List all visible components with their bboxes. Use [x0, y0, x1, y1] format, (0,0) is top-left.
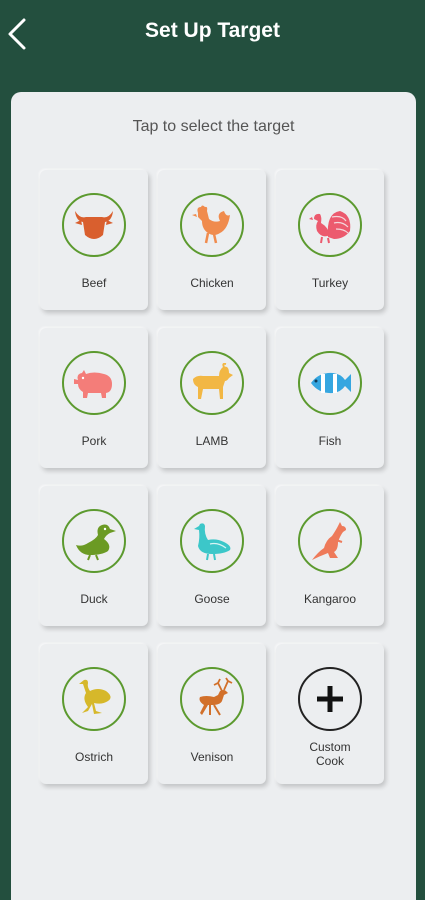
- goose-icon: [194, 523, 231, 561]
- header-bar: Set Up Target: [0, 0, 425, 75]
- cow-head-icon: [75, 211, 113, 239]
- target-label: Fish: [318, 434, 342, 448]
- target-label: Ostrich: [74, 750, 113, 764]
- target-label: Pork: [81, 434, 107, 448]
- target-label: LAMB: [195, 434, 229, 448]
- target-label: Beef: [81, 276, 107, 290]
- duck-icon: [76, 524, 116, 561]
- target-label: Goose: [194, 592, 230, 606]
- target-tile-lamb[interactable]: LAMB: [158, 328, 266, 468]
- target-tile-turkey[interactable]: Turkey: [276, 170, 384, 310]
- target-tile-chicken[interactable]: Chicken: [158, 170, 266, 310]
- turkey-icon: [309, 211, 351, 244]
- target-grid: Beef Chicken Turkey Pork LAMB Fish Duck …: [40, 170, 384, 784]
- target-tile-pork[interactable]: Pork: [40, 328, 148, 468]
- target-label: Turkey: [311, 276, 349, 290]
- plus-icon: [317, 686, 343, 712]
- target-tile-beef[interactable]: Beef: [40, 170, 148, 310]
- target-label: Custom Cook: [309, 740, 351, 768]
- target-label: Venison: [190, 750, 234, 764]
- instruction-text: Tap to select the target: [132, 118, 295, 135]
- ostrich-icon: [79, 679, 111, 714]
- fish-icon: [311, 372, 351, 394]
- target-tile-custom-cook[interactable]: Custom Cook: [276, 644, 384, 784]
- pig-icon: [74, 370, 112, 398]
- target-tile-duck[interactable]: Duck: [40, 486, 148, 626]
- deer-icon: [199, 677, 233, 716]
- target-tile-kangaroo[interactable]: Kangaroo: [276, 486, 384, 626]
- target-tile-fish[interactable]: Fish: [276, 328, 384, 468]
- target-tile-ostrich[interactable]: Ostrich: [40, 644, 148, 784]
- goat-icon: [193, 363, 233, 399]
- target-label: Chicken: [190, 276, 234, 290]
- target-tile-venison[interactable]: Venison: [158, 644, 266, 784]
- kangaroo-icon: [312, 522, 346, 560]
- page-title: Set Up Target: [145, 19, 280, 42]
- target-label: Kangaroo: [303, 592, 357, 606]
- target-tile-goose[interactable]: Goose: [158, 486, 266, 626]
- target-panel: Tap to select the target Beef Chicken Tu…: [11, 92, 416, 900]
- target-label: Duck: [80, 592, 108, 606]
- rooster-icon: [192, 205, 230, 244]
